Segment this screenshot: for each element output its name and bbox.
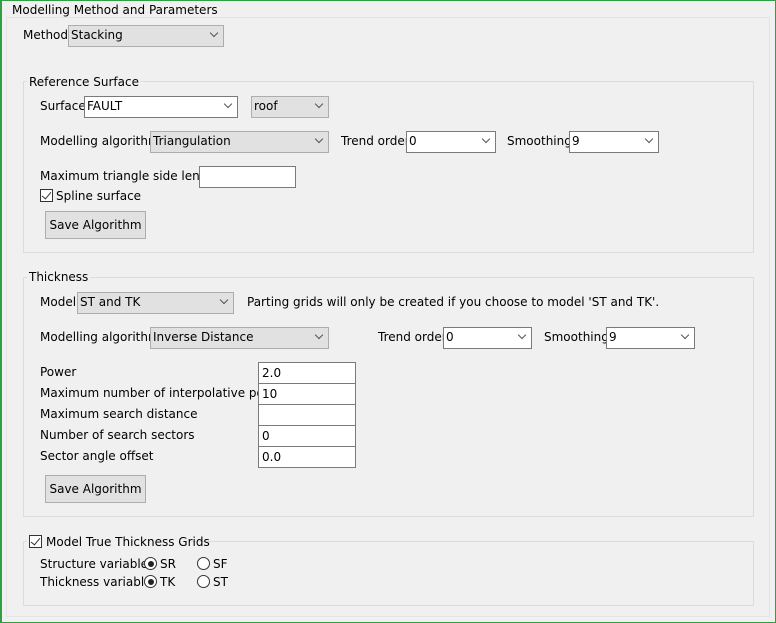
- chevron-down-icon: [680, 330, 690, 340]
- ref-trend-value: 0: [409, 134, 417, 148]
- radio-st-label: ST: [213, 575, 228, 589]
- param-input[interactable]: 10: [258, 383, 356, 405]
- surface-part-value: roof: [254, 99, 278, 113]
- chevron-down-icon: [314, 330, 324, 340]
- ref-smooth-value: 9: [572, 134, 580, 148]
- ref-smooth-label: Smoothing: [507, 134, 572, 148]
- radio-st[interactable]: [197, 575, 210, 588]
- radio-tk-label: TK: [160, 575, 176, 589]
- thk-save-algorithm-button[interactable]: Save Algorithm: [45, 475, 146, 503]
- true-thickness-label: Model True Thickness Grids: [46, 535, 210, 549]
- thk-trend-value: 0: [446, 330, 454, 344]
- ref-trend-label: Trend order: [341, 134, 410, 148]
- param-label: Power: [40, 365, 77, 379]
- surface-part-select[interactable]: roof: [251, 96, 329, 118]
- true-thickness-checkbox[interactable]: [29, 535, 42, 548]
- spline-label: Spline surface: [56, 189, 142, 203]
- thk-algo-label: Modelling algorithm: [40, 330, 160, 344]
- thk-algo-value: Inverse Distance: [153, 330, 254, 344]
- method-label: Method: [23, 28, 69, 42]
- ref-algo-select[interactable]: Triangulation: [150, 131, 329, 153]
- chevron-down-icon: [223, 99, 233, 109]
- max-tri-input[interactable]: [199, 166, 296, 188]
- chevron-down-icon: [314, 134, 324, 144]
- thk-smooth-value: 9: [609, 330, 617, 344]
- param-input[interactable]: 0: [258, 425, 356, 447]
- reference-surface-title: Reference Surface: [27, 75, 141, 89]
- structure-variable-label: Structure variable:: [40, 557, 153, 571]
- thk-trend-label: Trend order: [378, 330, 447, 344]
- radio-sf-label: SF: [213, 557, 228, 571]
- thk-smooth-select[interactable]: 9: [606, 327, 695, 349]
- max-tri-label: Maximum triangle side length: [40, 169, 220, 183]
- ref-trend-select[interactable]: 0: [406, 131, 496, 153]
- param-label: Sector angle offset: [40, 449, 154, 463]
- ref-algo-label: Modelling algorithm: [40, 134, 160, 148]
- thickness-variable-label: Thickness variable:: [40, 575, 156, 589]
- thickness-title: Thickness: [27, 270, 91, 284]
- ref-algo-value: Triangulation: [153, 134, 231, 148]
- surface-select[interactable]: FAULT: [84, 96, 238, 118]
- param-input[interactable]: 0.0: [258, 446, 356, 468]
- true-thickness-group: [23, 541, 754, 606]
- model-value: ST and TK: [80, 295, 141, 309]
- radio-sf[interactable]: [197, 557, 210, 570]
- surface-value: FAULT: [87, 99, 123, 113]
- surface-label: Surface: [40, 99, 86, 113]
- param-label: Number of search sectors: [40, 428, 195, 442]
- model-select[interactable]: ST and TK: [77, 292, 234, 314]
- parting-note: Parting grids will only be created if yo…: [247, 295, 660, 309]
- param-label: Maximum number of interpolative points: [40, 386, 286, 400]
- thk-smooth-label: Smoothing: [544, 330, 609, 344]
- method-value: Stacking: [71, 28, 123, 42]
- chevron-down-icon: [219, 295, 229, 305]
- thk-trend-select[interactable]: 0: [443, 327, 532, 349]
- chevron-down-icon: [481, 134, 491, 144]
- method-select[interactable]: Stacking: [68, 25, 224, 47]
- chevron-down-icon: [209, 28, 219, 38]
- ref-smooth-select[interactable]: 9: [569, 131, 659, 153]
- ref-save-algorithm-button[interactable]: Save Algorithm: [45, 211, 146, 239]
- chevron-down-icon: [644, 134, 654, 144]
- radio-sr-label: SR: [160, 557, 176, 571]
- thk-algo-select[interactable]: Inverse Distance: [150, 327, 329, 349]
- param-input[interactable]: [258, 404, 356, 426]
- param-input[interactable]: 2.0: [258, 362, 356, 384]
- param-label: Maximum search distance: [40, 407, 198, 421]
- chevron-down-icon: [517, 330, 527, 340]
- spline-checkbox[interactable]: [40, 189, 53, 202]
- model-label: Model: [40, 295, 77, 309]
- radio-tk[interactable]: [144, 575, 157, 588]
- radio-sr[interactable]: [144, 557, 157, 570]
- group-title: Modelling Method and Parameters: [10, 3, 220, 17]
- chevron-down-icon: [314, 99, 324, 109]
